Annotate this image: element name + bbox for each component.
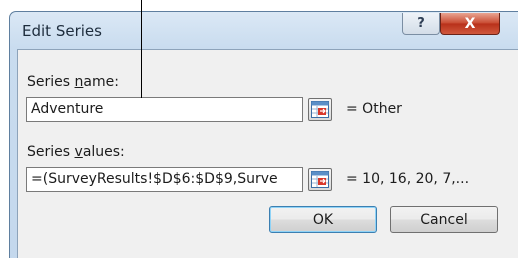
help-button[interactable]: ? — [402, 13, 440, 35]
series-values-label: Series values: — [27, 144, 125, 160]
series-name-label-prefix: Series — [27, 74, 75, 90]
cancel-button[interactable]: Cancel — [390, 206, 498, 233]
series-values-range-button[interactable] — [308, 168, 332, 191]
edit-series-dialog: Edit Series ? X Series name: Adventure =… — [9, 11, 518, 258]
ok-button[interactable]: OK — [269, 206, 377, 233]
series-values-label-prefix: Series — [27, 144, 75, 160]
series-name-range-button[interactable] — [308, 98, 332, 121]
screenshot-stage: Edit Series ? X Series name: Adventure =… — [0, 0, 518, 258]
collapse-dialog-icon — [311, 101, 329, 118]
title-bar: Edit Series ? X — [10, 12, 518, 50]
series-values-label-suffix: alues: — [82, 144, 125, 160]
annotation-callout-line — [141, 0, 142, 98]
close-button[interactable]: X — [440, 13, 500, 35]
help-icon: ? — [417, 16, 425, 31]
series-values-result: = 10, 16, 20, 7,... — [346, 171, 470, 187]
series-name-input[interactable]: Adventure — [26, 97, 303, 122]
series-values-input[interactable]: =(SurveyResults!$D$6:$D$9,Surve — [26, 167, 303, 192]
dialog-title: Edit Series — [22, 22, 102, 40]
series-name-result: = Other — [346, 101, 402, 117]
collapse-dialog-icon — [311, 171, 329, 188]
series-name-label: Series name: — [27, 74, 119, 90]
dialog-body: Series name: Adventure = Other Series va… — [17, 49, 518, 258]
series-name-label-suffix: ame: — [83, 74, 119, 90]
series-values-label-accel: v — [74, 144, 83, 160]
close-icon: X — [464, 15, 476, 32]
